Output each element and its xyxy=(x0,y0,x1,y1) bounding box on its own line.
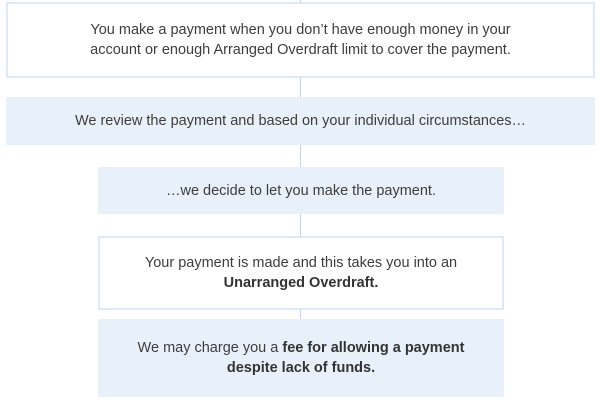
flow-step-5: We may charge you a fee for allowing a p… xyxy=(98,319,504,397)
step-1-line-2: account or enough Arranged Overdraft lim… xyxy=(90,42,511,58)
flow-step-1: You make a payment when you don’t have e… xyxy=(6,2,595,78)
flow-step-2: We review the payment and based on your … xyxy=(6,97,595,145)
step-1-line-1: You make a payment when you don’t have e… xyxy=(90,22,511,38)
step-5-line-1-regular: We may charge you a xyxy=(137,340,283,356)
step-5-line-1-bold: fee for allowing a payment xyxy=(282,340,465,356)
step-5-line-2-bold: despite lack of funds. xyxy=(226,360,376,376)
step-5-line-1: We may charge you a fee for allowing a p… xyxy=(138,338,465,358)
flow-step-3: …we decide to let you make the payment. xyxy=(98,167,504,214)
step-4-line-1: Your payment is made and this takes you … xyxy=(144,255,458,271)
connector-2-3 xyxy=(300,145,301,167)
flow-step-4: Your payment is made and this takes you … xyxy=(98,236,504,310)
step-4-line-2-bold: Unarranged Overdraft. xyxy=(223,275,379,291)
step-3-line-1: …we decide to let you make the payment. xyxy=(165,182,436,199)
connector-1-2 xyxy=(300,78,301,97)
connector-3-4 xyxy=(300,214,301,236)
connector-4-5 xyxy=(300,310,301,319)
step-2-line-1: We review the payment and based on your … xyxy=(74,113,527,129)
